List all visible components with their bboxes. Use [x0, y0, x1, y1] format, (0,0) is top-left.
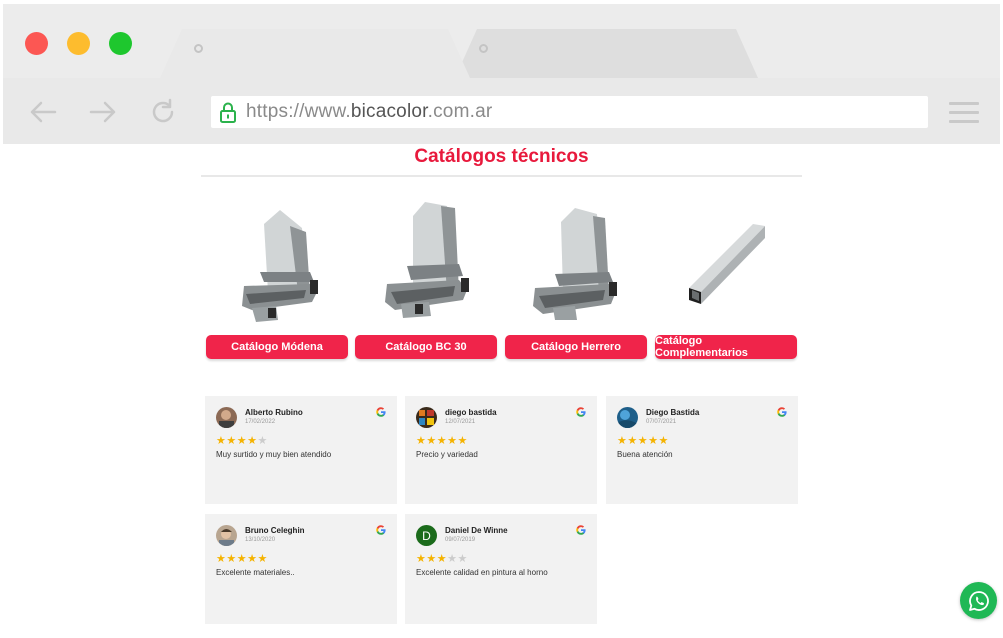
address-bar[interactable]: https://www.bicacolor.com.ar	[211, 96, 928, 128]
arrow-right-icon[interactable]	[87, 96, 119, 128]
review-date: 12/07/2021	[445, 419, 476, 425]
review-date: 09/07/2019	[445, 537, 476, 543]
aluminum-tube-image	[689, 224, 765, 304]
review-date: 07/07/2021	[646, 419, 677, 425]
review-card: Diego Bastida 07/07/2021 ★★★★★ Buena ate…	[606, 396, 798, 504]
hamburger-icon[interactable]	[949, 102, 979, 124]
google-icon	[576, 407, 586, 417]
reload-icon[interactable]	[147, 96, 179, 128]
reviewer-name: Alberto Rubino	[245, 408, 303, 417]
tab-strip	[3, 4, 1000, 78]
tab-close-icon[interactable]	[194, 44, 203, 53]
catalog-modena-button[interactable]: Catálogo Módena	[206, 335, 348, 359]
review-date: 13/10/2020	[245, 537, 276, 543]
title-divider	[201, 175, 802, 177]
arrow-left-icon[interactable]	[27, 96, 59, 128]
browser-tab-1[interactable]	[160, 29, 470, 78]
section-title: Catálogos técnicos	[414, 146, 589, 167]
star-rating: ★★★★★	[416, 435, 468, 447]
catalog-herrero-button[interactable]: Catálogo Herrero	[505, 335, 647, 359]
tab-close-icon[interactable]	[479, 44, 488, 53]
reviewer-name: diego bastida	[445, 408, 497, 417]
review-text: Excelente materiales..	[216, 568, 295, 577]
minimize-window-button[interactable]	[67, 32, 90, 55]
lock-icon	[220, 102, 236, 123]
review-card: Bruno Celeghin 13/10/2020 ★★★★★ Excelent…	[205, 514, 397, 624]
review-date: 17/02/2022	[245, 419, 276, 425]
review-card: diego bastida 12/07/2021 ★★★★★ Precio y …	[405, 396, 597, 504]
avatar	[617, 407, 638, 428]
browser-window: https://www.bicacolor.com.ar	[3, 4, 1000, 144]
herrero-window-profile-image	[533, 208, 617, 320]
reviewer-name: Daniel De Winne	[445, 526, 508, 535]
star-rating: ★★★★★	[216, 553, 268, 565]
whatsapp-button[interactable]	[960, 582, 997, 619]
avatar	[416, 407, 437, 428]
google-icon	[777, 407, 787, 417]
avatar	[216, 407, 237, 428]
maximize-window-button[interactable]	[109, 32, 132, 55]
star-rating: ★★★★★	[617, 435, 669, 447]
bc30-window-profile-image	[385, 202, 469, 318]
google-icon	[576, 525, 586, 535]
star-rating: ★★★★★	[216, 435, 268, 447]
browser-toolbar: https://www.bicacolor.com.ar	[3, 78, 1000, 144]
avatar	[216, 525, 237, 546]
modena-window-profile-image	[242, 210, 318, 322]
star-rating: ★★★★★	[416, 553, 468, 565]
avatar: D	[416, 525, 437, 546]
review-text: Buena atención	[617, 450, 673, 459]
whatsapp-icon	[968, 590, 989, 611]
review-text: Excelente calidad en pintura al horno	[416, 568, 548, 577]
review-text: Muy surtido y muy bien atendido	[216, 450, 332, 459]
google-icon	[376, 407, 386, 417]
google-icon	[376, 525, 386, 535]
review-card: Alberto Rubino 17/02/2022 ★★★★★ Muy surt…	[205, 396, 397, 504]
url-text: https://www.bicacolor.com.ar	[246, 101, 493, 122]
review-card: D Daniel De Winne 09/07/2019 ★★★★★ Excel…	[405, 514, 597, 624]
close-window-button[interactable]	[25, 32, 48, 55]
review-text: Precio y variedad	[416, 450, 478, 459]
catalog-bc30-button[interactable]: Catálogo BC 30	[355, 335, 497, 359]
reviewer-name: Diego Bastida	[646, 408, 700, 417]
browser-tab-2[interactable]	[455, 29, 758, 78]
reviewer-name: Bruno Celeghin	[245, 526, 305, 535]
catalog-complementarios-button[interactable]: Catálogo Complementarios	[655, 335, 797, 359]
